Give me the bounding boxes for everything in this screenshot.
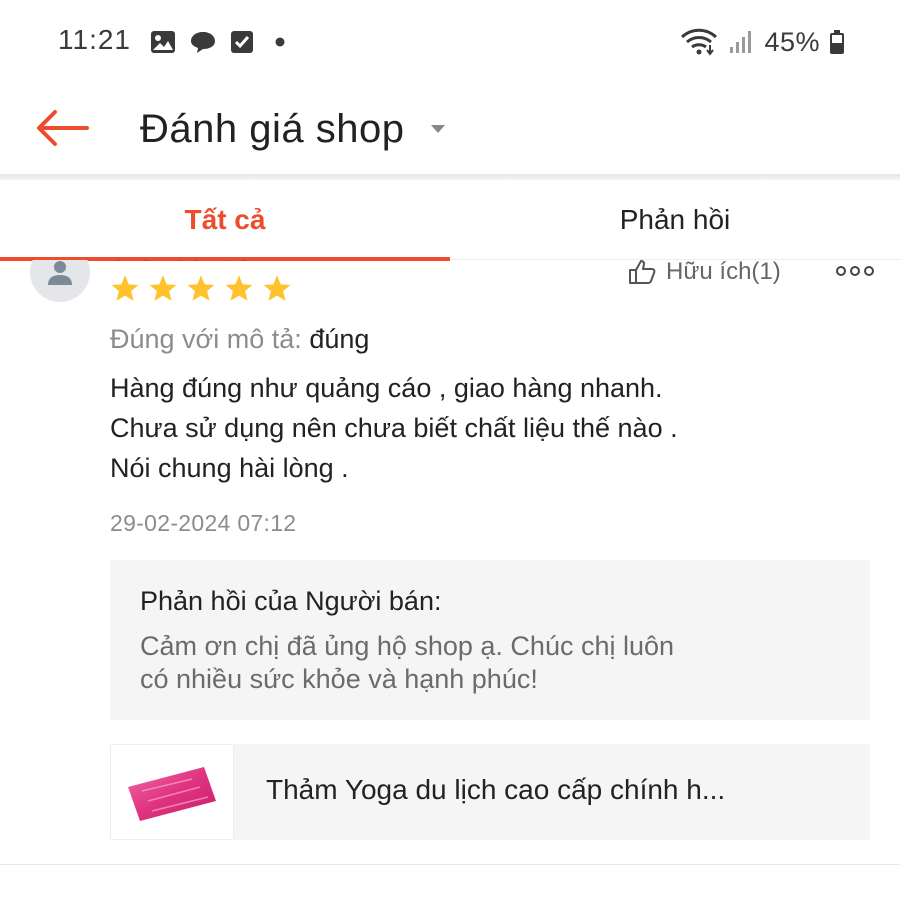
- review-text-line: Chưa sử dụng nên chưa biết chất liệu thế…: [110, 413, 678, 443]
- title-dropdown[interactable]: Đánh giá shop: [140, 96, 446, 162]
- helpful-count: Hữu ích(1): [666, 260, 781, 285]
- star-icon: [225, 275, 253, 301]
- back-button[interactable]: [28, 98, 94, 158]
- product-thumbnail: [110, 744, 234, 840]
- wifi-icon: [681, 28, 718, 56]
- app-header: Đánh giá shop: [0, 84, 900, 174]
- seller-reply-title: Phản hồi của Người bán:: [140, 586, 442, 616]
- more-options-button[interactable]: [834, 260, 876, 282]
- status-bar: 11:21 45%: [0, 0, 900, 84]
- gallery-icon: [151, 31, 175, 53]
- review-text-line: Nói chung hài lòng .: [110, 453, 349, 483]
- seller-reply-box: Phản hồi của Người bán: Cảm ơn chị đã ủn…: [110, 560, 870, 720]
- battery-percentage: 45%: [764, 26, 820, 57]
- user-icon: [48, 261, 72, 285]
- signal-icon: [730, 31, 752, 53]
- review-text: Hàng đúng như quảng cáo , giao hàng nhan…: [110, 368, 870, 488]
- description-label: Đúng với mô tả:: [110, 324, 302, 354]
- rating-stars: [110, 274, 292, 302]
- product-card[interactable]: Thảm Yoga du lịch cao cấp chính h...: [110, 744, 870, 840]
- caret-down-icon: [431, 125, 446, 133]
- helpful-button[interactable]: Hữu ích(1): [628, 260, 781, 286]
- notification-icons: [150, 28, 292, 56]
- reviewer-username: shomaavido: [112, 260, 252, 267]
- chat-icon: [191, 32, 215, 53]
- tab-replies[interactable]: Phản hồi: [450, 180, 900, 260]
- seller-reply-line: Cảm ơn chị đã ủng hộ shop ạ. Chúc chị lu…: [140, 631, 675, 661]
- product-name: Thảm Yoga du lịch cao cấp chính h...: [266, 774, 726, 805]
- status-time: 11:21: [58, 24, 131, 55]
- divider: [0, 864, 900, 865]
- pink-yoga-mat-image: [128, 767, 216, 821]
- star-icon: [111, 275, 139, 301]
- description-value: đúng: [309, 324, 370, 354]
- star-icon: [149, 275, 177, 301]
- seller-reply-line: có nhiều sức khỏe và hạnh phúc!: [140, 664, 538, 694]
- arrow-left-icon: [37, 110, 89, 146]
- description-match: Đúng với mô tả: đúng: [110, 324, 369, 355]
- checkbox-icon: [231, 31, 253, 53]
- tab-bar: Tất cả Phản hồi: [0, 180, 900, 261]
- battery-icon: [830, 30, 844, 54]
- more-dots-icon: [836, 266, 874, 276]
- review-item: shomaavido Hữu ích(1) Đúng với mô tả: đú…: [0, 260, 900, 900]
- review-date: 29-02-2024 07:12: [110, 510, 297, 536]
- star-icon: [187, 275, 215, 301]
- seller-reply-text: Cảm ơn chị đã ủng hộ shop ạ. Chúc chị lu…: [140, 630, 850, 696]
- avatar[interactable]: [30, 260, 90, 302]
- review-text-line: Hàng đúng như quảng cáo , giao hàng nhan…: [110, 373, 663, 403]
- tab-all[interactable]: Tất cả: [0, 180, 450, 260]
- dot-icon: [275, 37, 285, 47]
- page-title: Đánh giá shop: [140, 106, 405, 151]
- system-icons: 45%: [680, 26, 844, 57]
- star-icon: [263, 275, 291, 301]
- thumbs-up-icon: [629, 260, 656, 284]
